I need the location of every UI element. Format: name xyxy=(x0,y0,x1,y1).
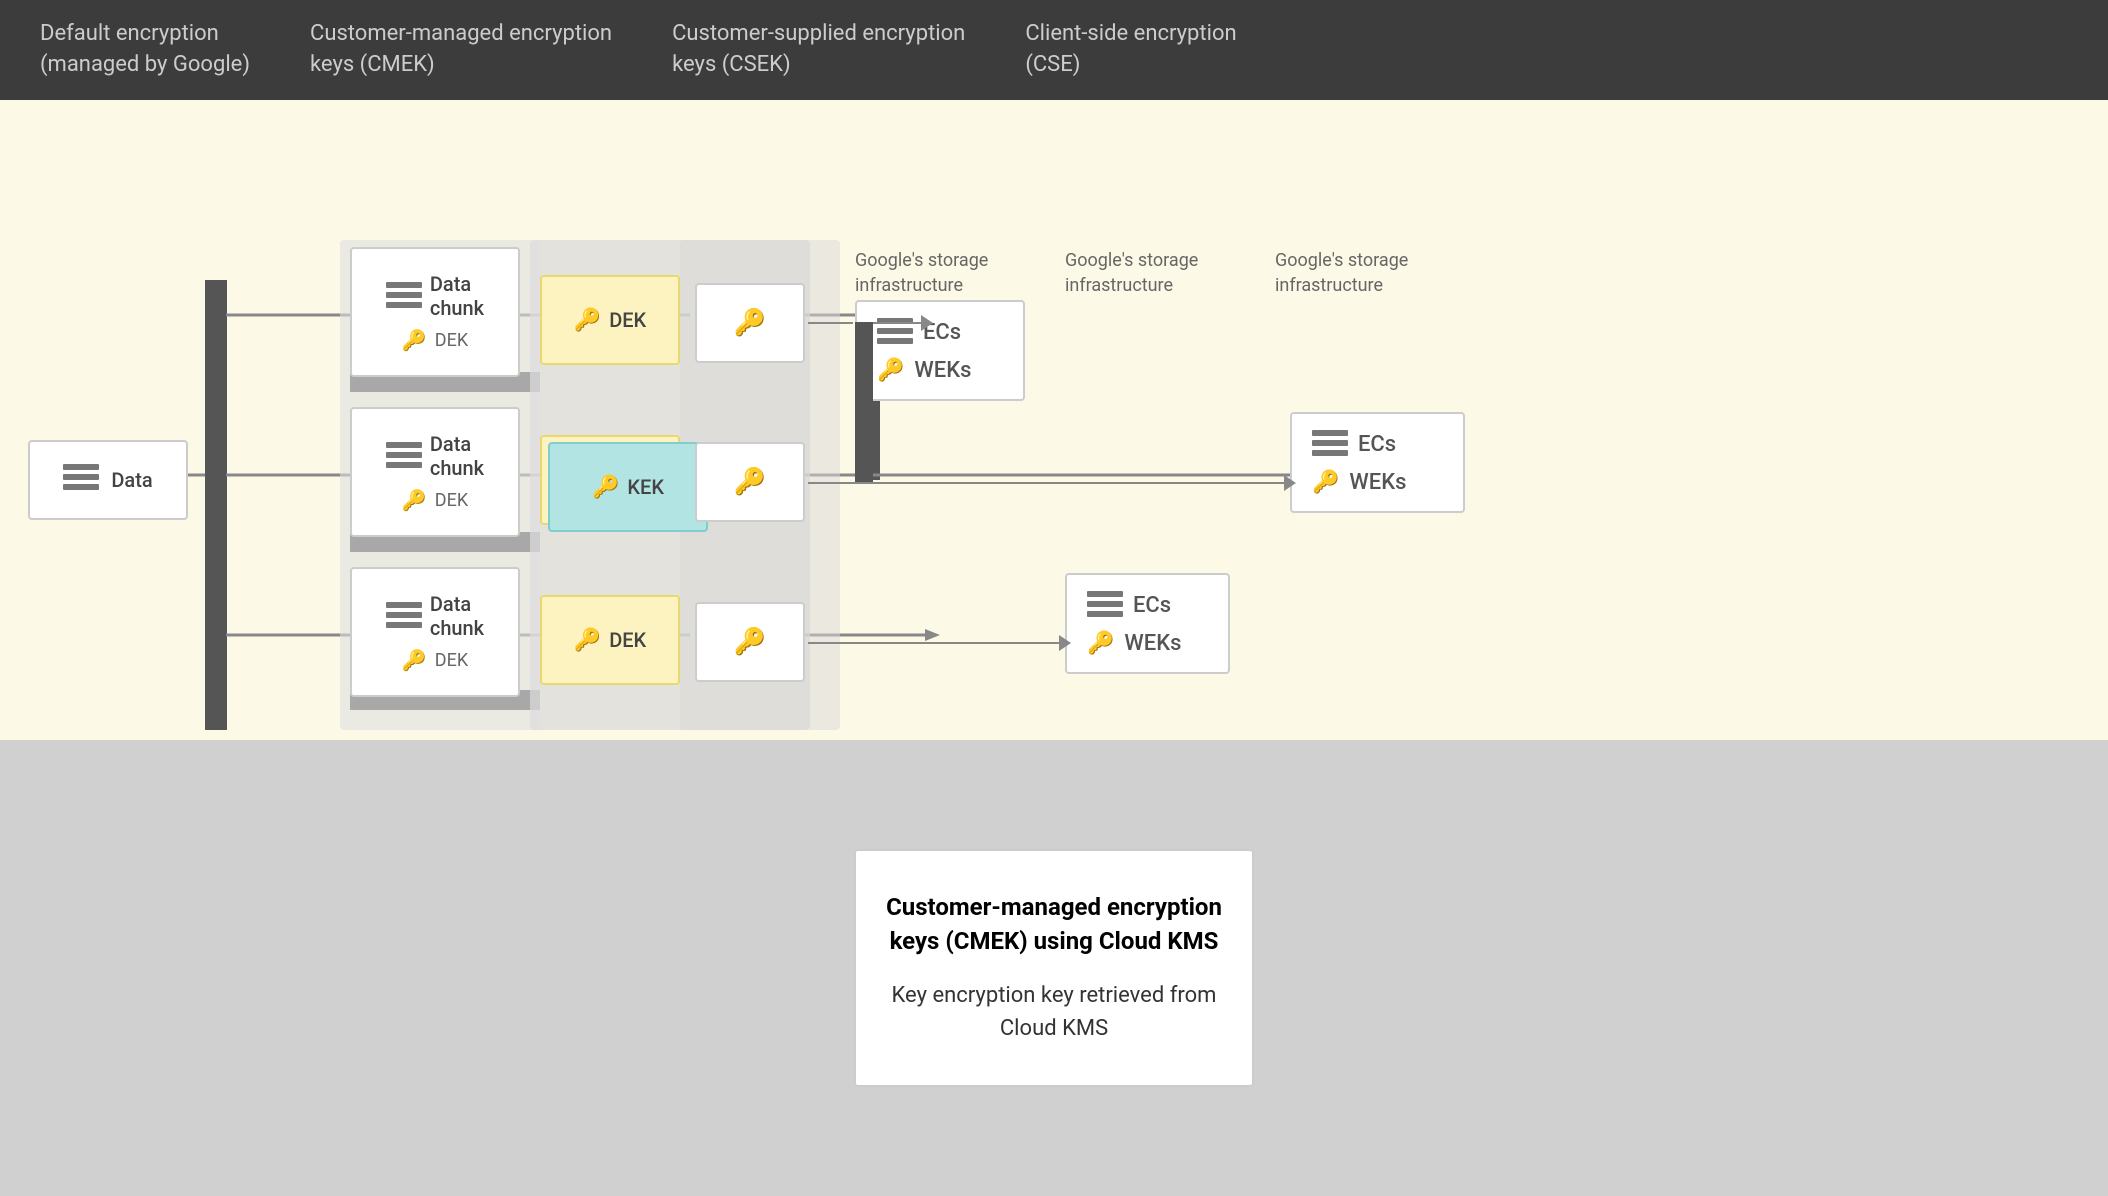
wek-1-label: WEKs xyxy=(914,358,971,383)
chunk-2-label: Data xyxy=(430,432,484,456)
top-bar: Default encryption (managed by Google) C… xyxy=(0,0,2108,100)
data-chunk-3: Data chunk 🔑 DEK xyxy=(350,567,520,697)
data-box: Data xyxy=(28,440,188,520)
enc-key-1: 🔑 xyxy=(695,283,805,363)
chunk-2-dek: DEK xyxy=(435,490,468,511)
enc-key-3: 🔑 xyxy=(695,602,805,682)
arrow-3 xyxy=(808,642,1063,644)
chunk-1-dek: DEK xyxy=(435,330,468,351)
ec-box-3: ECs 🔑 WEKs xyxy=(1065,573,1230,674)
chunk-3-dek: DEK xyxy=(435,650,468,671)
dek-box-3: 🔑 DEK xyxy=(540,595,680,685)
arrow-1 xyxy=(808,322,853,324)
topbar-text-2: Customer-managed encryption keys (CMEK) xyxy=(310,19,612,81)
wek-2-label: WEKs xyxy=(1349,470,1406,495)
ec-2-label: ECs xyxy=(1358,432,1396,457)
h-connector-top xyxy=(873,322,925,324)
chunk-2-label2: chunk xyxy=(430,456,484,480)
chunk-3-label: Data xyxy=(430,592,484,616)
dek-box-1: 🔑 DEK xyxy=(540,275,680,365)
info-box-title: Customer-managed encryption keys (CMEK) … xyxy=(886,891,1222,958)
topbar-text-1: Default encryption (managed by Google) xyxy=(40,19,250,81)
kek-label: KEK xyxy=(627,475,664,499)
chunk-3-label2: chunk xyxy=(430,616,484,640)
dek-1-label: DEK xyxy=(609,308,646,332)
infra-label-3: Google's storage infrastructure xyxy=(1275,248,1408,298)
ec-3-label: ECs xyxy=(1133,593,1171,618)
dek-3-label: DEK xyxy=(609,628,646,652)
data-chunk-2: Data chunk 🔑 DEK xyxy=(350,407,520,537)
wek-3-label: WEKs xyxy=(1124,631,1181,656)
main-diagram: Data Data chunk 🔑 DEK Data chunk xyxy=(0,100,2108,740)
infra-label-1: Google's storage infrastructure xyxy=(855,248,988,298)
enc-key-2: 🔑 xyxy=(695,442,805,522)
ec-box-2: ECs 🔑 WEKs xyxy=(1290,412,1465,513)
chunk-1-label: Data xyxy=(430,272,484,296)
data-label: Data xyxy=(111,468,152,492)
bottom-area: Customer-managed encryption keys (CMEK) … xyxy=(0,740,2108,1196)
data-storage-icon xyxy=(63,464,99,496)
vert-connector xyxy=(855,322,873,482)
chunk-1-label2: chunk xyxy=(430,296,484,320)
topbar-text-4: Client-side encryption (CSE) xyxy=(1025,19,1236,81)
infra-label-2: Google's storage infrastructure xyxy=(1065,248,1198,298)
topbar-text-3: Customer-supplied encryption keys (CSEK) xyxy=(672,19,965,81)
ec-box-1: ECs 🔑 WEKs xyxy=(855,300,1025,401)
data-chunk-1: Data chunk 🔑 DEK xyxy=(350,247,520,377)
kek-box: 🔑 KEK xyxy=(548,442,708,532)
info-box-desc: Key encryption key retrieved from Cloud … xyxy=(886,979,1222,1045)
info-box: Customer-managed encryption keys (CMEK) … xyxy=(854,849,1254,1086)
arrow-2 xyxy=(808,482,1288,484)
